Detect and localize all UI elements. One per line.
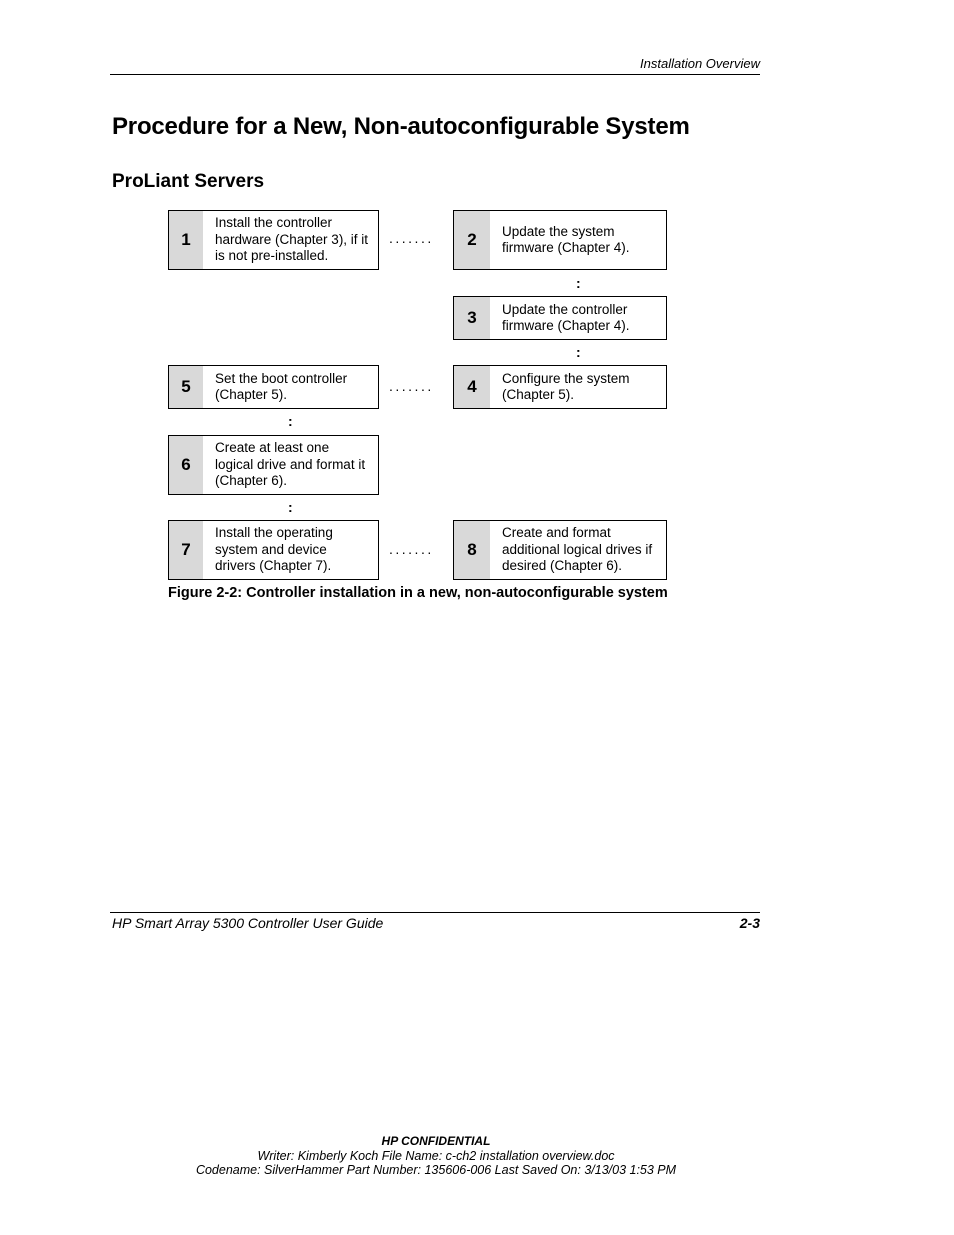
connector-6-7: : <box>288 499 293 515</box>
step-number: 5 <box>169 366 203 408</box>
connector-7-8: ....... <box>389 541 434 557</box>
step-text: Configure the system (Chapter 5). <box>502 370 630 403</box>
step-text: Set the boot controller (Chapter 5). <box>215 370 348 403</box>
step-text: Create at least one logical drive and fo… <box>215 440 366 489</box>
step-number: 4 <box>454 366 490 408</box>
footer-guide-title: HP Smart Array 5300 Controller User Guid… <box>112 915 384 931</box>
footer-page-number: 2-3 <box>739 915 760 931</box>
step-box-1: 1 Install the controller hardware (Chapt… <box>168 210 379 270</box>
step-number: 2 <box>454 211 490 269</box>
connector-3-4: : <box>576 344 581 360</box>
step-number: 8 <box>454 521 490 579</box>
step-box-4: 4 Configure the system (Chapter 5). <box>453 365 667 409</box>
section-title: ProLiant Servers <box>112 171 265 192</box>
page-title: Procedure for a New, Non-autoconfigurabl… <box>112 113 690 140</box>
step-text: Create and format additional logical dri… <box>502 525 653 574</box>
step-box-8: 8 Create and format additional logical d… <box>453 520 667 580</box>
step-number: 6 <box>169 436 203 494</box>
step-number: 1 <box>169 211 203 269</box>
step-box-2: 2 Update the system firmware (Chapter 4)… <box>453 210 667 270</box>
step-text: Update the controller firmware (Chapter … <box>502 301 630 334</box>
header-divider <box>110 74 760 75</box>
connector-5-6: : <box>288 413 293 429</box>
step-number: 3 <box>454 297 490 339</box>
step-number: 7 <box>169 521 203 579</box>
running-header: Installation Overview <box>640 56 760 71</box>
confidential-writer-line: Writer: Kimberly Koch File Name: c-ch2 i… <box>257 1149 615 1163</box>
step-box-6: 6 Create at least one logical drive and … <box>168 435 379 495</box>
step-text: Install the controller hardware (Chapter… <box>215 215 369 264</box>
step-text: Install the operating system and device … <box>215 525 333 574</box>
connector-2-3: : <box>576 275 581 291</box>
confidential-codename-line: Codename: SilverHammer Part Number: 1356… <box>195 1163 677 1177</box>
step-box-3: 3 Update the controller firmware (Chapte… <box>453 296 667 340</box>
connector-4-5: ....... <box>389 378 434 394</box>
confidential-label: HP CONFIDENTIAL <box>381 1134 491 1148</box>
step-box-7: 7 Install the operating system and devic… <box>168 520 379 580</box>
connector-1-2: ....... <box>389 230 434 246</box>
figure-caption: Figure 2-2: Controller installation in a… <box>168 585 668 601</box>
step-text: Update the system firmware (Chapter 4). <box>502 223 630 256</box>
step-box-5: 5 Set the boot controller (Chapter 5). <box>168 365 379 409</box>
footer-divider <box>110 912 760 913</box>
